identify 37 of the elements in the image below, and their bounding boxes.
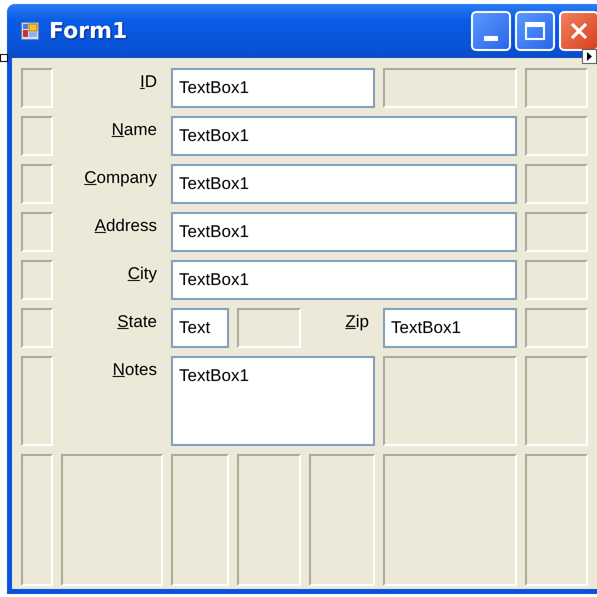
empty-cell bbox=[21, 308, 53, 348]
field-label: Address bbox=[94, 215, 158, 236]
field-label: Notes bbox=[112, 359, 158, 380]
empty-cell bbox=[525, 308, 588, 348]
empty-cell bbox=[525, 164, 588, 204]
close-button[interactable] bbox=[559, 11, 597, 51]
window-title: Form1 bbox=[49, 18, 128, 44]
minimize-button[interactable] bbox=[471, 11, 511, 51]
empty-cell bbox=[525, 68, 588, 108]
text-box[interactable]: TextBox1 bbox=[171, 212, 517, 252]
empty-cell bbox=[21, 68, 53, 108]
form-icon bbox=[21, 22, 39, 40]
field-label: ID bbox=[140, 71, 158, 92]
field-label: City bbox=[128, 263, 158, 284]
smart-tag-icon[interactable] bbox=[582, 49, 597, 64]
empty-cell bbox=[21, 116, 53, 156]
text-box[interactable]: TextBox1 bbox=[171, 164, 517, 204]
empty-cell bbox=[525, 260, 588, 300]
text-box[interactable]: TextBox1 bbox=[171, 68, 375, 108]
resize-handle[interactable] bbox=[0, 54, 8, 62]
empty-cell bbox=[21, 212, 53, 252]
empty-cell bbox=[237, 308, 301, 348]
field-label: State bbox=[117, 311, 158, 332]
maximize-button[interactable] bbox=[515, 11, 555, 51]
empty-cell bbox=[525, 212, 588, 252]
field-label: Company bbox=[84, 167, 158, 188]
text-box[interactable]: TextBox1 bbox=[383, 308, 517, 348]
text-box[interactable]: TextBox1 bbox=[171, 116, 517, 156]
text-box[interactable]: TextBox1 bbox=[171, 260, 517, 300]
empty-cell bbox=[21, 164, 53, 204]
text-box[interactable]: Text bbox=[171, 308, 229, 348]
close-icon bbox=[568, 20, 590, 42]
field-label: Zip bbox=[345, 311, 370, 332]
text-box[interactable]: TextBox1 bbox=[171, 356, 375, 446]
empty-cell bbox=[525, 116, 588, 156]
field-label: Name bbox=[112, 119, 158, 140]
empty-cell bbox=[21, 260, 53, 300]
